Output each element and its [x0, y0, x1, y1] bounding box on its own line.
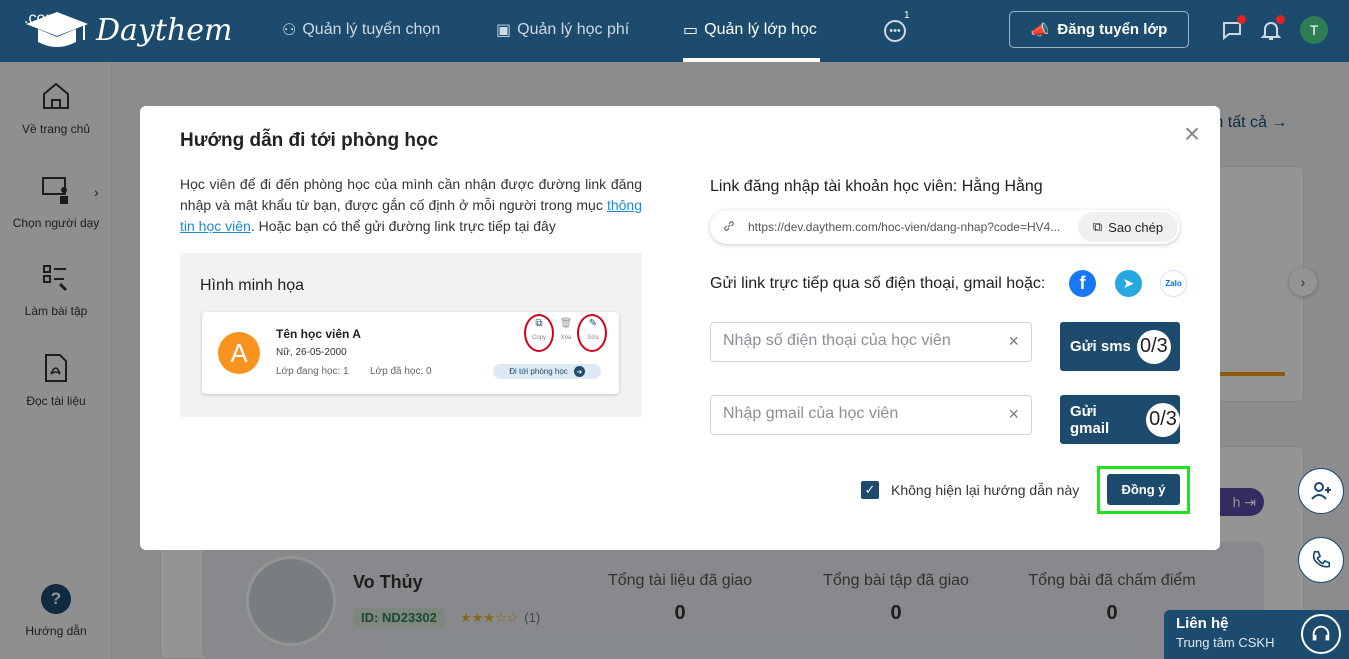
send-link-label: Gửi link trực tiếp qua số điện thoại, gm… — [710, 275, 1046, 292]
more-icon[interactable]: ••• — [884, 20, 906, 42]
contact-support[interactable]: Liên hệ Trung tâm CSKH — [1164, 610, 1349, 659]
nav-recruitment-label: Quản lý tuyển chọn — [302, 21, 441, 38]
close-icon[interactable]: × — [1182, 120, 1202, 148]
nav-tuition-label: Quản lý học phí — [517, 21, 630, 38]
clear-icon[interactable]: × — [1008, 404, 1019, 425]
dont-show-label[interactable]: Không hiện lại hướng dẫn này — [891, 482, 1079, 498]
phone-icon[interactable] — [1298, 537, 1344, 583]
facebook-icon[interactable]: f — [1069, 270, 1096, 297]
link-icon — [724, 221, 734, 231]
sample-student-name: Tên học viên A — [276, 327, 361, 341]
sample-student-dob: Nữ, 26-05-2000 — [276, 347, 347, 358]
brand-domain: .com — [24, 10, 59, 27]
nav-classes[interactable]: ▭ Quản lý lớp học — [683, 20, 817, 40]
monitor-icon: ▭ — [683, 22, 699, 39]
user-avatar[interactable]: T — [1300, 16, 1328, 44]
clear-icon[interactable]: × — [1008, 331, 1019, 352]
send-gmail-label: Gửi gmail — [1070, 402, 1110, 437]
money-icon: ▣ — [496, 22, 512, 39]
phone-input[interactable]: × — [710, 322, 1032, 362]
login-link-box: https://dev.daythem.com/hoc-vien/dang-nh… — [710, 210, 1180, 244]
gmail-field[interactable] — [723, 405, 993, 423]
guide-modal: Hướng dẫn đi tới phòng học × Học viên để… — [140, 106, 1220, 550]
sample-delete-action: 🗑 Xóa — [553, 318, 579, 341]
sms-counter: 0/3 — [1136, 329, 1171, 364]
more-badge: 1 — [904, 10, 910, 21]
login-url: https://dev.daythem.com/hoc-vien/dang-nh… — [748, 220, 1061, 234]
post-class-button[interactable]: 📣 Đăng tuyển lớp — [1009, 11, 1189, 48]
nav-classes-label: Quản lý lớp học — [704, 21, 817, 38]
gmail-input[interactable]: × — [710, 395, 1032, 435]
send-sms-label: Gửi sms — [1070, 338, 1131, 355]
sample-student-card: A Tên học viên A Nữ, 26-05-2000 Lớp đang… — [202, 312, 619, 394]
send-sms-button[interactable]: Gửi sms 0/3 — [1060, 322, 1180, 371]
copy-button[interactable]: ⧉ Sao chép — [1078, 212, 1178, 242]
telegram-icon[interactable]: ➤ — [1115, 270, 1142, 297]
zalo-icon[interactable]: Zalo — [1160, 270, 1187, 297]
send-gmail-button[interactable]: Gửi gmail 0/3 — [1060, 395, 1180, 444]
nav-tuition[interactable]: ▣ Quản lý học phí — [496, 20, 629, 40]
post-class-label: Đăng tuyển lớp — [1057, 21, 1168, 38]
modal-title: Hướng dẫn đi tới phòng học — [180, 130, 439, 151]
phone-field[interactable] — [723, 332, 993, 350]
sample-classes-current: Lớp đang học: 1 — [276, 366, 349, 377]
brand-name: Daythem — [96, 12, 233, 48]
trash-icon: 🗑 — [559, 318, 573, 329]
agree-button[interactable]: Đồng ý — [1107, 474, 1180, 505]
copy-icon: ⧉ — [1092, 219, 1103, 234]
top-navbar: Daythem .com ⚇ Quản lý tuyển chọn ▣ Quản… — [0, 0, 1349, 62]
nav-recruitment[interactable]: ⚇ Quản lý tuyển chọn — [282, 20, 440, 40]
sample-classes-done: Lớp đã học: 0 — [370, 366, 432, 377]
dont-show-checkbox[interactable]: ✓ — [861, 481, 879, 499]
arrow-right-icon: ➜ — [573, 366, 585, 377]
login-link-label: Link đăng nhập tài khoản học viên: Hằng … — [710, 178, 1043, 195]
headset-icon — [1301, 614, 1341, 654]
highlight-ring — [524, 314, 554, 352]
highlight-ring — [577, 314, 607, 352]
chat-icon[interactable] — [1220, 15, 1246, 42]
users-icon: ⚇ — [282, 22, 297, 39]
copy-label: Sao chép — [1108, 219, 1164, 235]
sample-avatar: A — [218, 332, 260, 374]
add-user-icon[interactable] — [1298, 468, 1344, 514]
bell-icon[interactable] — [1259, 15, 1285, 42]
modal-intro: Học viên để đi đến phòng học của mình cầ… — [180, 176, 642, 234]
illustration-title: Hình minh họa — [200, 277, 305, 294]
gmail-counter: 0/3 — [1146, 402, 1180, 437]
sample-go-classroom: Đi tới phòng học ➜ — [493, 364, 601, 379]
illustration-panel: Hình minh họa A Tên học viên A Nữ, 26-05… — [180, 253, 642, 417]
megaphone-icon: 📣 — [1030, 21, 1050, 39]
